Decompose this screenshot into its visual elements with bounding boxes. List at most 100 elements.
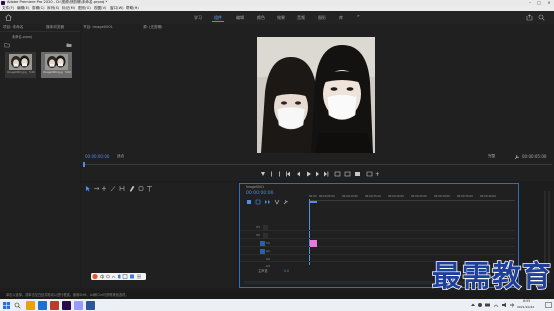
workspace-learn[interactable]: 学习	[194, 15, 202, 20]
ime-keyboard-icon[interactable]	[122, 274, 128, 279]
menu-file[interactable]: 文件(F)	[2, 6, 14, 11]
app-icon-purple[interactable]	[74, 300, 83, 310]
menu-graphics[interactable]: 图形(G)	[78, 6, 91, 11]
go-to-out-icon[interactable]	[324, 171, 329, 177]
scrub-bar[interactable]	[83, 164, 552, 165]
export-frame-icon[interactable]	[355, 172, 360, 176]
menu-marker[interactable]: 标记(M)	[62, 6, 75, 11]
video-preview[interactable]	[257, 37, 375, 153]
playhead-marker[interactable]	[83, 162, 85, 167]
menu-edit[interactable]: 编辑(E)	[17, 6, 29, 11]
menu-window[interactable]: 窗口(W)	[110, 6, 124, 11]
workspace-audio[interactable]: 音频	[297, 15, 305, 20]
step-forward-icon[interactable]	[316, 171, 319, 177]
home-icon[interactable]	[5, 14, 12, 21]
workspace-assembly[interactable]: 组件	[214, 15, 222, 20]
source-patch-v1[interactable]	[260, 241, 265, 246]
selection-tool-icon[interactable]	[86, 186, 90, 192]
track-v2-label[interactable]: V2	[256, 234, 260, 237]
workspace-more-icon[interactable]: »	[357, 14, 360, 20]
add-button-icon[interactable]: +	[375, 171, 379, 178]
tray-app-icon[interactable]	[478, 303, 482, 307]
fit-dropdown[interactable]: 适合	[117, 154, 124, 159]
share-icon[interactable]	[526, 14, 533, 21]
tab-source[interactable]: 源: (无剪辑)	[143, 25, 163, 30]
track-select-tool-icon[interactable]	[94, 186, 100, 191]
app-icon-red[interactable]	[50, 300, 59, 310]
new-bin-icon[interactable]	[66, 42, 72, 48]
nest-toggle-icon[interactable]	[247, 200, 251, 204]
wifi-icon[interactable]	[493, 304, 499, 308]
quality-dropdown[interactable]: 完整	[488, 154, 495, 159]
workspace-color[interactable]: 颜色	[257, 15, 265, 20]
volume-icon[interactable]	[502, 302, 506, 308]
track-a1-label[interactable]: A1	[266, 250, 270, 253]
snap-icon[interactable]	[255, 199, 261, 205]
work-area-bar[interactable]	[309, 201, 317, 203]
ime-logo-icon[interactable]	[92, 273, 98, 280]
menu-clip[interactable]: 剪辑(C)	[32, 6, 45, 11]
go-to-in-icon[interactable]	[286, 171, 290, 177]
hand-tool-icon[interactable]	[138, 186, 144, 191]
track-a3-label[interactable]: A3	[266, 264, 270, 268]
ripple-edit-tool-icon[interactable]	[102, 186, 106, 191]
ime-punctuation-icon[interactable]	[106, 274, 110, 279]
slip-tool-icon[interactable]	[119, 186, 125, 191]
workspace-editing[interactable]: 编辑	[236, 15, 244, 20]
mark-out-icon[interactable]	[279, 171, 280, 177]
razor-tool-icon[interactable]	[110, 186, 116, 192]
add-marker-icon[interactable]	[261, 172, 265, 176]
menu-sequence[interactable]: 序列(S)	[47, 6, 59, 11]
track-a2-label[interactable]: A2	[266, 257, 270, 261]
tab-project[interactable]: 项目: 未命名	[3, 25, 23, 30]
timeline-tab[interactable]: Image0001	[246, 185, 264, 189]
ime-voice-icon[interactable]	[118, 274, 121, 279]
project-item-selected[interactable]: Image0001.jpg 5:00	[41, 52, 72, 78]
tab-program[interactable]: 节目: Image0001	[83, 25, 113, 30]
workspace-graphics[interactable]: 图形	[318, 15, 326, 20]
workspace-libraries[interactable]: 库	[339, 15, 343, 20]
ime-emoji-icon[interactable]	[111, 275, 116, 279]
track-v1-label[interactable]: V1	[266, 242, 270, 245]
windows-start-icon[interactable]	[3, 301, 10, 309]
ime-chinese-mode-icon[interactable]: 中	[100, 273, 105, 280]
workspace-effects[interactable]: 效果	[277, 15, 285, 20]
battery-icon[interactable]	[485, 303, 490, 307]
word-taskbar-icon[interactable]	[86, 300, 95, 310]
pen-tool-icon[interactable]	[129, 185, 135, 192]
tab-media-browser[interactable]: 媒体浏览器	[46, 25, 64, 30]
ime-skin-icon[interactable]	[130, 274, 134, 279]
file-explorer-icon[interactable]	[26, 300, 35, 310]
ime-indicator-icon[interactable]: 中	[510, 302, 515, 309]
taskbar-search-icon[interactable]	[14, 302, 21, 309]
tray-chevron-icon[interactable]	[471, 303, 475, 307]
extract-icon[interactable]	[344, 171, 351, 177]
add-marker-icon[interactable]	[274, 199, 280, 205]
timeline-timecode[interactable]: 00:00:00:00	[246, 191, 273, 197]
search-icon[interactable]	[538, 14, 545, 21]
comparison-view-icon[interactable]	[366, 171, 373, 177]
edge-browser-icon[interactable]	[38, 300, 47, 310]
mark-in-icon[interactable]	[271, 171, 272, 177]
project-item[interactable]: Image0001.jpg 5:00	[5, 52, 36, 78]
type-tool-icon[interactable]	[147, 186, 152, 192]
notifications-icon[interactable]	[545, 302, 552, 308]
lock-toggle[interactable]	[263, 233, 268, 238]
lock-toggle[interactable]	[263, 225, 268, 230]
menu-help[interactable]: 帮助(H)	[126, 6, 139, 11]
timeline-settings-icon[interactable]	[283, 199, 289, 205]
taskbar-clock[interactable]: 8:55	[523, 299, 530, 303]
play-icon[interactable]	[307, 171, 311, 177]
master-volume[interactable]: 0.0	[284, 269, 289, 273]
time-ruler[interactable]: 00:00 00:00:05:00 00:00:10:00 00:00:15:0…	[309, 191, 515, 201]
video-clip[interactable]	[310, 240, 317, 247]
source-patch-a1[interactable]	[260, 249, 265, 254]
folder-icon[interactable]	[4, 42, 10, 48]
ime-menu-icon[interactable]	[137, 274, 141, 279]
linked-selection-icon[interactable]	[265, 200, 270, 204]
track-v3-label[interactable]: V3	[256, 226, 260, 229]
lift-icon[interactable]	[334, 171, 341, 177]
menu-view[interactable]: 视图(V)	[94, 6, 106, 11]
program-timecode[interactable]: 00:00:00:00	[85, 155, 109, 159]
premiere-taskbar-icon[interactable]	[62, 300, 71, 310]
